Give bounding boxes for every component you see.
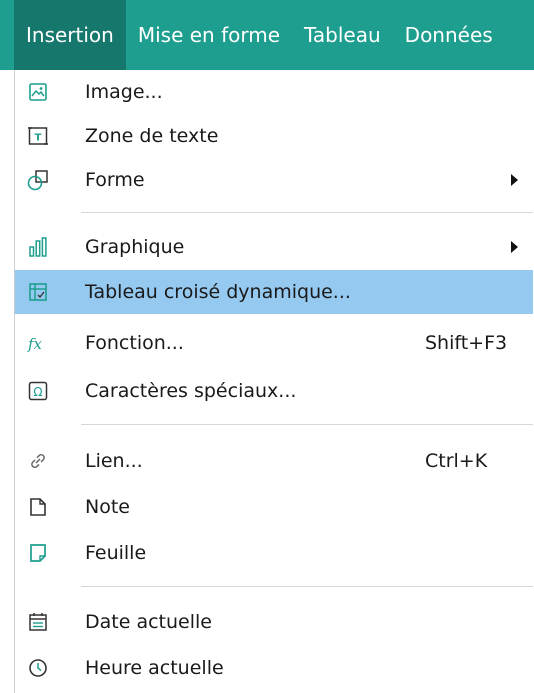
- shape-icon: [27, 169, 49, 191]
- tab-tableau[interactable]: Tableau: [292, 0, 393, 70]
- menu-item-function[interactable]: fx Fonction... Shift+F3: [15, 321, 533, 365]
- menu-item-label: Forme: [85, 169, 145, 191]
- menu-item-shape[interactable]: Forme: [15, 158, 533, 202]
- svg-text:Ω: Ω: [33, 385, 42, 399]
- function-icon: fx: [27, 332, 49, 354]
- tab-mise-en-forme[interactable]: Mise en forme: [126, 0, 292, 70]
- pivot-table-icon: [27, 281, 49, 303]
- menu-item-label: Lien...: [85, 450, 143, 472]
- shortcut-label: Ctrl+K: [425, 450, 488, 472]
- submenu-arrow-icon: [511, 174, 518, 186]
- menu-item-label: Date actuelle: [85, 611, 212, 633]
- menu-item-current-time[interactable]: Heure actuelle: [15, 646, 533, 690]
- link-icon: [27, 450, 49, 472]
- text-box-icon: T: [27, 125, 49, 147]
- menu-item-label: Image...: [85, 81, 163, 103]
- menu-item-label: Tableau croisé dynamique...: [85, 281, 351, 303]
- svg-text:T: T: [35, 133, 42, 144]
- menu-item-sheet[interactable]: Feuille: [15, 531, 533, 575]
- omega-icon: Ω: [27, 380, 49, 402]
- menu-item-current-date[interactable]: Date actuelle: [15, 600, 533, 644]
- note-icon: [27, 496, 49, 518]
- menu-separator: [81, 424, 533, 425]
- menu-separator: [81, 212, 533, 213]
- menu-item-text-box[interactable]: T Zone de texte: [15, 114, 533, 158]
- submenu-arrow-icon: [511, 241, 518, 253]
- menu-item-label: Graphique: [85, 236, 185, 258]
- menu-item-chart[interactable]: Graphique: [15, 225, 533, 269]
- chart-icon: [27, 236, 49, 258]
- clock-icon: [27, 657, 49, 679]
- menu-item-label: Fonction...: [85, 332, 184, 354]
- menu-item-image[interactable]: Image...: [15, 70, 533, 114]
- menu-item-special-characters[interactable]: Ω Caractères spéciaux...: [15, 369, 533, 413]
- image-icon: [27, 81, 49, 103]
- menu-item-pivot-table[interactable]: Tableau croisé dynamique...: [15, 270, 533, 314]
- menu-item-note[interactable]: Note: [15, 485, 533, 529]
- menu-item-label: Caractères spéciaux...: [85, 380, 297, 402]
- sheet-icon: [27, 542, 49, 564]
- menu-item-label: Heure actuelle: [85, 657, 224, 679]
- menu-separator: [81, 586, 533, 587]
- tab-insertion[interactable]: Insertion: [14, 0, 126, 70]
- menu-item-label: Feuille: [85, 542, 147, 564]
- calendar-icon: [27, 611, 49, 633]
- menu-item-label: Note: [85, 496, 130, 518]
- menu-item-label: Zone de texte: [85, 125, 219, 147]
- svg-text:fx: fx: [27, 335, 43, 353]
- shortcut-label: Shift+F3: [425, 332, 508, 354]
- menu-bar: Insertion Mise en forme Tableau Données: [0, 0, 534, 70]
- menu-item-link[interactable]: Lien... Ctrl+K: [15, 439, 533, 483]
- insertion-dropdown-menu: Image... T Zone de texte Forme Graphique…: [14, 70, 534, 693]
- tab-donnees[interactable]: Données: [393, 0, 505, 70]
